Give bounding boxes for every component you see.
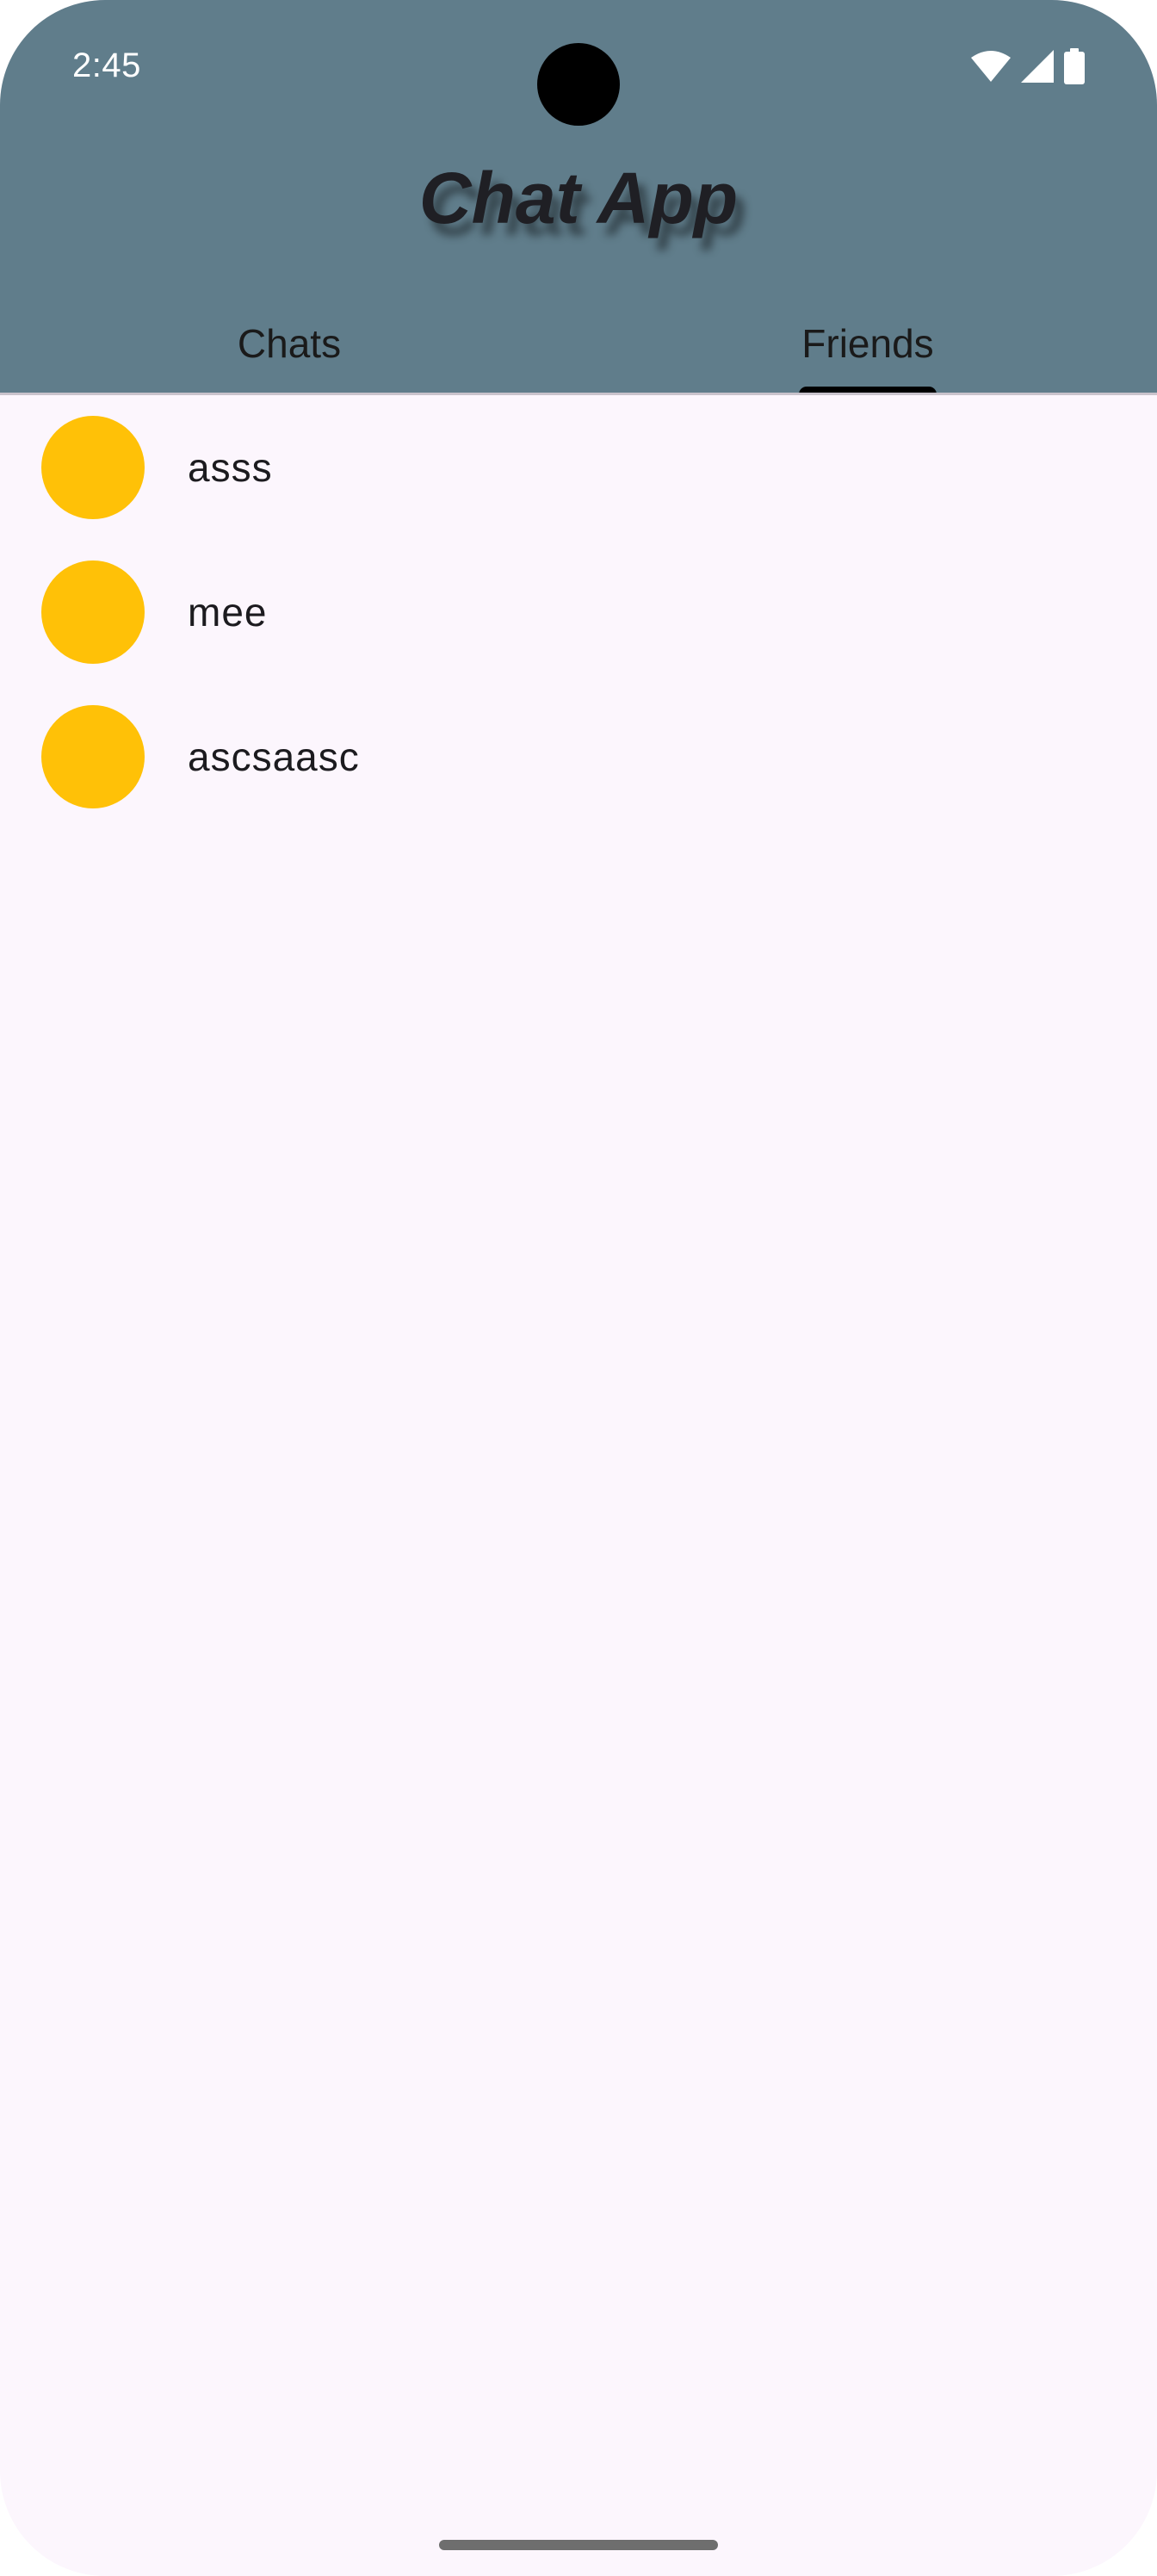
camera-cutout [537,43,620,126]
tab-friends[interactable]: Friends [578,293,1157,394]
status-icons [971,47,1085,89]
list-item[interactable]: mee [0,540,1157,684]
friends-list: asss mee ascsaasc [0,395,1157,829]
friend-name: mee [188,590,268,635]
status-time: 2:45 [72,46,141,84]
list-item[interactable]: ascsaasc [0,684,1157,829]
list-item[interactable]: asss [0,395,1157,540]
friend-name: asss [188,445,273,490]
avatar [41,416,145,519]
tab-chats[interactable]: Chats [0,293,578,394]
cell-signal-icon [1021,49,1054,87]
app-bar: 2:45 Chat App Chats Friends [0,0,1157,394]
friend-name: ascsaasc [188,734,360,779]
battery-icon [1064,47,1085,89]
tab-friends-label: Friends [801,321,934,366]
app-title: Chat App [418,158,739,238]
tab-bar: Chats Friends [0,293,1157,394]
avatar [41,705,145,808]
home-indicator[interactable] [439,2540,718,2550]
tab-chats-label: Chats [237,321,342,366]
wifi-icon [971,50,1011,86]
phone-screen: 2:45 Chat App Chats Friends asss mee asc… [0,0,1157,2576]
avatar [41,560,145,664]
